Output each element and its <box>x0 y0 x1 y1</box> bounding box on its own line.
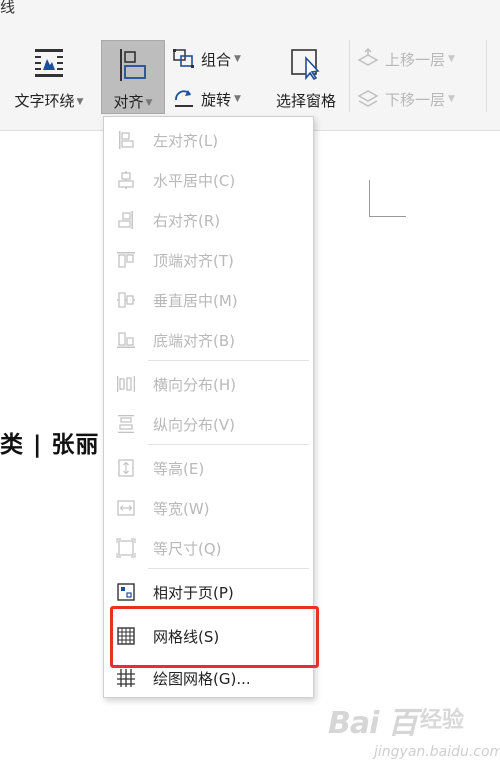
menu-item-label: 绘图网格(G)... <box>153 670 251 688</box>
chevron-down-icon: ▼ <box>145 98 153 108</box>
menu-item-label: 底端对齐(B) <box>153 332 235 350</box>
send-backward-label: 下移一层 <box>385 90 446 109</box>
ribbon-toolbar: 线 文字环绕 ▼ 对齐 ▼ 组合 ▼ 旋转 ▼ 选择窗格 上移一层 ▼ 下移一层… <box>0 0 500 131</box>
chevron-down-icon: ▼ <box>448 54 455 64</box>
menu-item-align-center[interactable]: 水平居中(C) <box>104 163 313 195</box>
bring-forward-label: 上移一层 <box>385 50 446 69</box>
menu-item-label: 等宽(W) <box>153 500 210 518</box>
menu-item-label: 垂直居中(M) <box>153 292 238 310</box>
menu-item-label: 等高(E) <box>153 460 205 478</box>
rotate-button[interactable]: 旋转 ▼ <box>172 86 241 112</box>
align-button[interactable]: 对齐 ▼ <box>101 40 165 114</box>
text-wrap-icon <box>35 49 63 77</box>
watermark-name: 经验 <box>420 708 465 733</box>
group-button[interactable]: 组合 ▼ <box>172 46 241 72</box>
menu-separator <box>148 568 309 569</box>
menu-item-same-height[interactable]: 等高(E) <box>104 451 313 483</box>
same-height-icon <box>118 459 134 477</box>
ribbon-tab-fragment: 线 <box>0 0 16 16</box>
menu-item-same-size[interactable]: 等尺寸(Q) <box>104 531 313 563</box>
menu-item-distribute-vertical[interactable]: 纵向分布(V) <box>104 407 313 439</box>
menu-item-label: 横向分布(H) <box>153 376 236 394</box>
group-label: 组合 <box>201 50 232 69</box>
menu-item-distribute-horizontal[interactable]: 横向分布(H) <box>104 367 313 399</box>
selection-pane-label: 选择窗格 <box>275 92 336 110</box>
text-wrap-button[interactable]: 文字环绕 ▼ <box>4 40 94 114</box>
selection-pane-icon <box>291 49 320 80</box>
menu-item-label: 水平居中(C) <box>153 172 236 190</box>
group-icon <box>173 49 194 68</box>
menu-item-align-middle[interactable]: 垂直居中(M) <box>104 283 313 315</box>
menu-item-relative-to-page[interactable]: 相对于页(P) <box>104 575 313 607</box>
menu-item-label: 纵向分布(V) <box>153 416 235 434</box>
menu-item-label: 等尺寸(Q) <box>153 540 222 558</box>
ribbon-divider <box>486 40 487 112</box>
align-right-icon <box>118 211 133 229</box>
watermark-url: jingyan.baidu.com <box>374 744 500 760</box>
align-left-icon <box>119 131 134 149</box>
align-center-icon <box>118 171 134 189</box>
watermark: Bai 百 经验 jingyan.baidu.com <box>328 692 500 784</box>
chevron-down-icon: ▼ <box>234 54 241 64</box>
drawing-grid-icon <box>117 669 135 687</box>
same-width-icon <box>117 500 135 516</box>
chevron-down-icon: ▼ <box>448 94 455 104</box>
align-top-icon <box>117 252 135 268</box>
send-backward-icon <box>357 90 379 107</box>
bring-forward-button[interactable]: 上移一层 ▼ <box>356 46 455 72</box>
menu-separator <box>148 444 309 445</box>
rotate-icon <box>175 90 193 107</box>
menu-item-same-width[interactable]: 等宽(W) <box>104 491 313 523</box>
text-wrap-label: 文字环绕 <box>14 92 75 110</box>
selection-pane-button[interactable]: 选择窗格 <box>266 40 346 114</box>
distribute-horizontal-icon <box>117 376 135 392</box>
document-heading-fragment: 类 | 张丽 <box>0 432 100 458</box>
menu-item-align-bottom[interactable]: 底端对齐(B) <box>104 323 313 355</box>
align-bottom-icon <box>117 332 135 348</box>
menu-item-label: 相对于页(P) <box>153 584 234 602</box>
menu-item-label: 顶端对齐(T) <box>153 252 234 270</box>
align-label: 对齐 <box>113 93 144 111</box>
rotate-label: 旋转 <box>201 90 232 109</box>
menu-item-align-right[interactable]: 右对齐(R) <box>104 203 313 235</box>
relative-to-page-icon <box>117 583 135 601</box>
menu-item-align-top[interactable]: 顶端对齐(T) <box>104 243 313 275</box>
page-margin-corner-mark <box>369 180 406 217</box>
align-middle-icon <box>117 292 135 308</box>
bring-forward-icon <box>357 48 379 66</box>
menu-item-label: 左对齐(L) <box>153 132 219 150</box>
menu-separator <box>148 360 309 361</box>
menu-item-label: 右对齐(R) <box>153 212 221 230</box>
chevron-down-icon: ▼ <box>234 94 241 104</box>
ribbon-divider <box>349 40 350 112</box>
send-backward-button[interactable]: 下移一层 ▼ <box>356 86 455 112</box>
same-size-icon <box>116 538 136 558</box>
menu-item-align-left[interactable]: 左对齐(L) <box>104 123 313 155</box>
distribute-vertical-icon <box>118 415 134 433</box>
highlight-annotation-box <box>110 606 319 668</box>
align-left-icon <box>120 49 146 81</box>
chevron-down-icon: ▼ <box>76 97 84 107</box>
watermark-logo: Bai 百 <box>328 706 418 741</box>
